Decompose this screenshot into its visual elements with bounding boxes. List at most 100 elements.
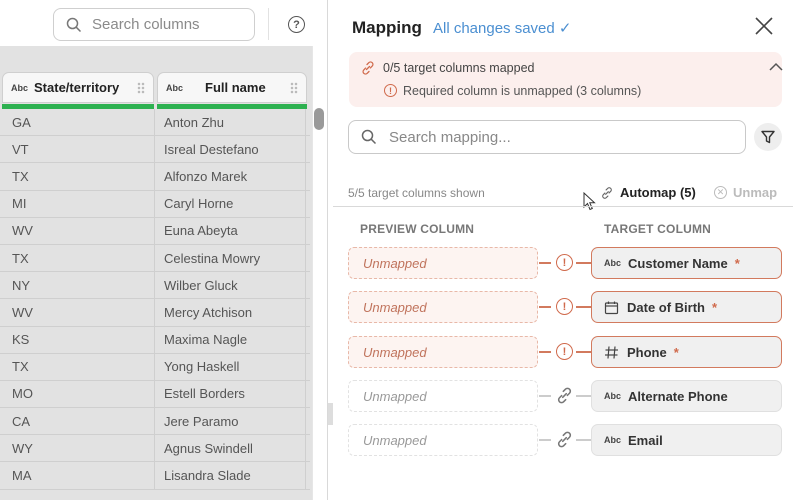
cell-state[interactable]: TX bbox=[0, 353, 155, 380]
warning-icon: ! bbox=[384, 84, 397, 97]
cell-state[interactable]: NY bbox=[0, 272, 155, 299]
cell-full-name[interactable]: Euna Abeyta bbox=[155, 217, 306, 244]
cell-state[interactable]: VT bbox=[0, 136, 155, 163]
preview-column-header: PREVIEW COLUMN bbox=[360, 222, 475, 236]
target-column-label: Customer Name bbox=[628, 255, 728, 271]
mapped-count-text: 0/5 target columns mapped bbox=[383, 61, 535, 75]
filter-button[interactable] bbox=[754, 123, 782, 151]
close-glyph: ✕ bbox=[716, 187, 725, 197]
question-circle-icon[interactable]: ? bbox=[288, 16, 305, 33]
cell-state[interactable]: MO bbox=[0, 380, 155, 408]
help-glyph: ? bbox=[293, 18, 300, 31]
data-preview-panel: Search columns ? Abc State/territory Abc… bbox=[0, 0, 328, 500]
app-root: Search columns ? Abc State/territory Abc… bbox=[0, 0, 800, 500]
table-row: WY Agnus Swindell bbox=[0, 435, 310, 463]
error-glyph: ! bbox=[562, 345, 567, 358]
search-mapping-placeholder: Search mapping... bbox=[389, 128, 511, 146]
cell-full-name[interactable]: Anton Zhu bbox=[155, 109, 306, 136]
cell-full-name[interactable]: Maxima Nagle bbox=[155, 326, 306, 353]
target-column-label: Date of Birth bbox=[627, 299, 705, 315]
cell-full-name[interactable]: Estell Borders bbox=[155, 380, 306, 408]
calendar-icon bbox=[604, 300, 619, 315]
preview-column-select[interactable]: Unmapped bbox=[348, 291, 538, 323]
grid-rows: GA Anton Zhu VT Isreal Destefano TX Alfonzo M… bbox=[0, 109, 310, 490]
connector-line bbox=[576, 439, 591, 441]
cell-state[interactable]: CA bbox=[0, 408, 155, 435]
connector-line bbox=[539, 439, 551, 441]
text-type-icon: Abc bbox=[604, 258, 622, 268]
mouse-cursor-icon bbox=[583, 192, 596, 211]
cell-full-name[interactable]: Isreal Destefano bbox=[155, 136, 306, 163]
cell-full-name[interactable]: Wilber Gluck bbox=[155, 272, 306, 299]
target-column: Date of Birth * bbox=[591, 291, 782, 323]
cell-state[interactable]: MA bbox=[0, 462, 155, 489]
cell-state[interactable]: MI bbox=[0, 190, 155, 217]
connector-line bbox=[576, 351, 591, 353]
preview-column-select[interactable]: Unmapped bbox=[348, 424, 538, 456]
close-circle-icon: ✕ bbox=[714, 186, 727, 199]
drag-handle-icon[interactable] bbox=[137, 82, 145, 94]
error-icon: ! bbox=[556, 298, 573, 315]
target-column-header: TARGET COLUMN bbox=[604, 222, 712, 236]
grid-scrollbar-thumb[interactable] bbox=[314, 108, 324, 130]
cell-full-name[interactable]: Mercy Atchison bbox=[155, 299, 306, 326]
cell-state[interactable]: WV bbox=[0, 217, 155, 244]
table-row: WV Euna Abeyta bbox=[0, 217, 310, 245]
column-header-state[interactable]: Abc State/territory bbox=[2, 72, 154, 103]
link-icon[interactable] bbox=[555, 386, 574, 410]
text-type-icon: Abc bbox=[604, 391, 622, 401]
cell-full-name[interactable]: Jere Paramo bbox=[155, 408, 306, 435]
preview-column-select[interactable]: Unmapped bbox=[348, 380, 538, 412]
mapping-title: Mapping bbox=[352, 18, 422, 37]
target-column-label: Alternate Phone bbox=[628, 388, 728, 404]
close-icon[interactable] bbox=[753, 15, 775, 37]
cell-full-name[interactable]: Alfonzo Marek bbox=[155, 163, 306, 190]
search-icon bbox=[361, 129, 377, 145]
search-mapping-input[interactable]: Search mapping... bbox=[348, 120, 746, 154]
chevron-up-icon[interactable] bbox=[769, 62, 783, 72]
column-header-full-name[interactable]: Abc Full name bbox=[157, 72, 307, 103]
cell-state[interactable]: KS bbox=[0, 326, 155, 353]
cell-full-name[interactable]: Lisandra Slade bbox=[155, 462, 306, 489]
mapping-row: Unmapped! Date of Birth * bbox=[348, 291, 782, 324]
table-row: TX Yong Haskell bbox=[0, 353, 310, 381]
target-column-label: Phone bbox=[627, 344, 667, 360]
hash-icon bbox=[604, 345, 619, 360]
preview-column-select[interactable]: Unmapped bbox=[348, 336, 538, 368]
drag-handle-icon[interactable] bbox=[290, 82, 298, 94]
cell-full-name[interactable]: Agnus Swindell bbox=[155, 435, 306, 462]
target-column: Abc Alternate Phone bbox=[591, 380, 782, 412]
grid-header-row: Abc State/territory Abc Full name bbox=[0, 72, 312, 105]
unmap-button[interactable]: ✕ Unmap bbox=[714, 185, 777, 200]
cell-state[interactable]: WV bbox=[0, 299, 155, 326]
search-columns-input[interactable]: Search columns bbox=[53, 8, 255, 41]
error-icon: ! bbox=[556, 343, 573, 360]
connector-line bbox=[539, 306, 551, 308]
unmap-label: Unmap bbox=[733, 185, 778, 200]
target-column: Abc Customer Name * bbox=[591, 247, 782, 279]
preview-column-select[interactable]: Unmapped bbox=[348, 247, 538, 279]
connector-line bbox=[539, 351, 551, 353]
mapping-row: Unmapped Abc Alternate Phone bbox=[348, 380, 782, 413]
required-marker: * bbox=[734, 255, 740, 271]
table-row: TX Alfonzo Marek bbox=[0, 163, 310, 191]
cell-state[interactable]: TX bbox=[0, 163, 155, 190]
text-type-icon: Abc bbox=[604, 435, 622, 445]
link-icon bbox=[362, 61, 374, 75]
link-icon[interactable] bbox=[555, 430, 574, 454]
search-columns-placeholder: Search columns bbox=[92, 16, 200, 33]
cell-full-name[interactable]: Caryl Horne bbox=[155, 190, 306, 217]
target-column: Abc Email bbox=[591, 424, 782, 456]
cell-state[interactable]: GA bbox=[0, 109, 155, 136]
table-row: TX Celestina Mowry bbox=[0, 244, 310, 273]
cell-state[interactable]: TX bbox=[0, 244, 155, 272]
table-row: MI Caryl Horne bbox=[0, 190, 310, 218]
cell-state[interactable]: WY bbox=[0, 435, 155, 462]
automap-button[interactable]: Automap (5) bbox=[600, 185, 696, 200]
table-row: KS Maxima Nagle bbox=[0, 326, 310, 354]
error-glyph: ! bbox=[562, 300, 567, 313]
mapping-panel: Mapping All changes saved ✓ 0/5 target c… bbox=[333, 0, 800, 500]
cell-full-name[interactable]: Celestina Mowry bbox=[155, 244, 306, 272]
filter-icon bbox=[761, 130, 775, 144]
cell-full-name[interactable]: Yong Haskell bbox=[155, 353, 306, 380]
